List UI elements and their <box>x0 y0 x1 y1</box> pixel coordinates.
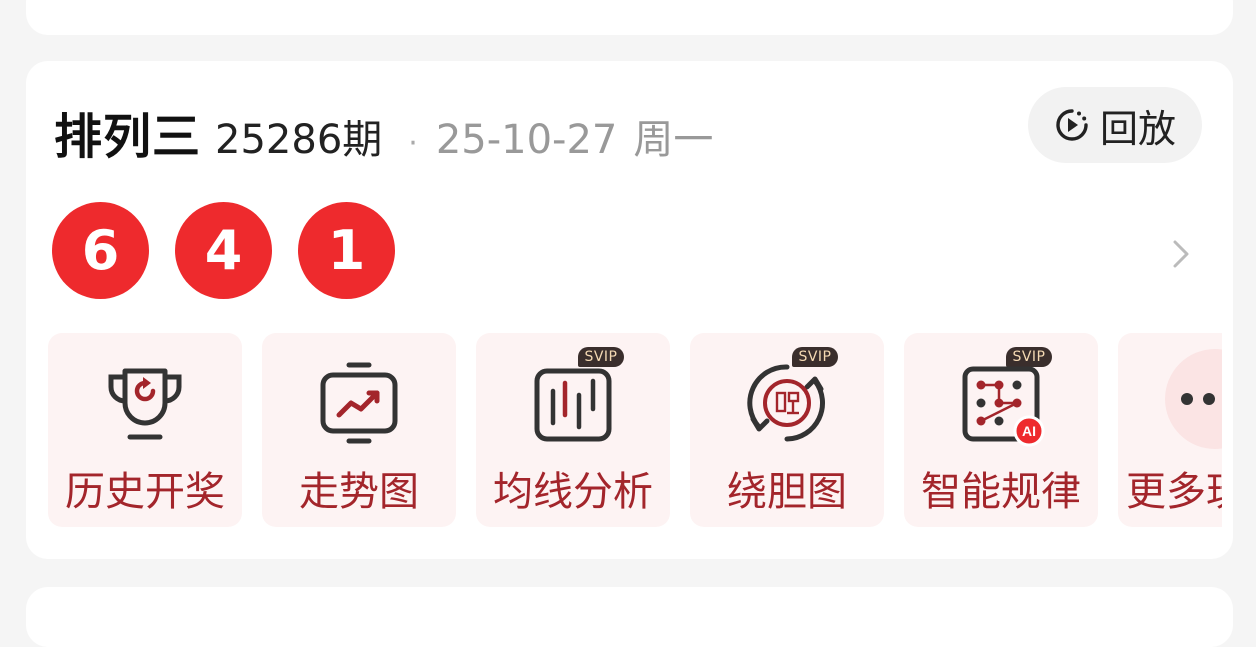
tool-more[interactable]: 更多玩法 <box>1118 333 1222 527</box>
tool-label: 历史开奖 <box>65 469 225 515</box>
more-icon <box>1165 349 1222 449</box>
trophy-icon <box>108 368 182 440</box>
tool-ai-pattern[interactable]: SVIP AI 智能规律 <box>904 333 1098 527</box>
candlestick-icon <box>534 368 612 442</box>
lottery-name: 排列三 <box>54 109 202 165</box>
tool-label: 智能规律 <box>921 469 1081 515</box>
draw-weekday: 周一 <box>633 117 714 163</box>
next-card <box>26 587 1233 647</box>
tool-label: 更多玩法 <box>1126 469 1222 515</box>
tool-label: 绕胆图 <box>727 469 847 515</box>
tool-label: 均线分析 <box>493 469 653 515</box>
winning-numbers: 6 4 1 <box>52 202 421 299</box>
ai-pattern-icon: AI <box>962 366 1045 447</box>
tool-label: 走势图 <box>299 469 419 515</box>
chevron-right-icon[interactable] <box>1171 239 1191 269</box>
draw-header: 排列三 25286期 · 25-10-27 周一 <box>54 97 713 167</box>
tool-history-draws[interactable]: 历史开奖 <box>48 333 242 527</box>
issue-number: 25286期 <box>215 117 383 163</box>
replay-icon <box>1056 109 1088 141</box>
tool-grid: 历史开奖 走势图 SVIP 均线分析 SVIP 绕胆图 SVIP AI 智能规律… <box>48 333 1222 527</box>
separator-dot: · <box>408 126 418 161</box>
number-ball: 1 <box>298 202 395 299</box>
tool-trend-chart[interactable]: 走势图 <box>262 333 456 527</box>
tool-moving-average[interactable]: SVIP 均线分析 <box>476 333 670 527</box>
number-ball: 4 <box>175 202 272 299</box>
previous-card <box>26 0 1233 35</box>
replay-label: 回放 <box>1099 106 1176 151</box>
cycle-dan-icon <box>747 364 825 442</box>
draw-date: 25-10-27 <box>435 117 618 163</box>
number-ball: 6 <box>52 202 149 299</box>
trend-chart-icon <box>320 362 398 444</box>
lottery-card: 排列三 25286期 · 25-10-27 周一 回放 6 4 1 历史开奖 走… <box>26 61 1233 559</box>
svg-text:AI: AI <box>1022 423 1036 439</box>
replay-button[interactable]: 回放 <box>1028 87 1202 163</box>
tool-dan-cycle[interactable]: SVIP 绕胆图 <box>690 333 884 527</box>
